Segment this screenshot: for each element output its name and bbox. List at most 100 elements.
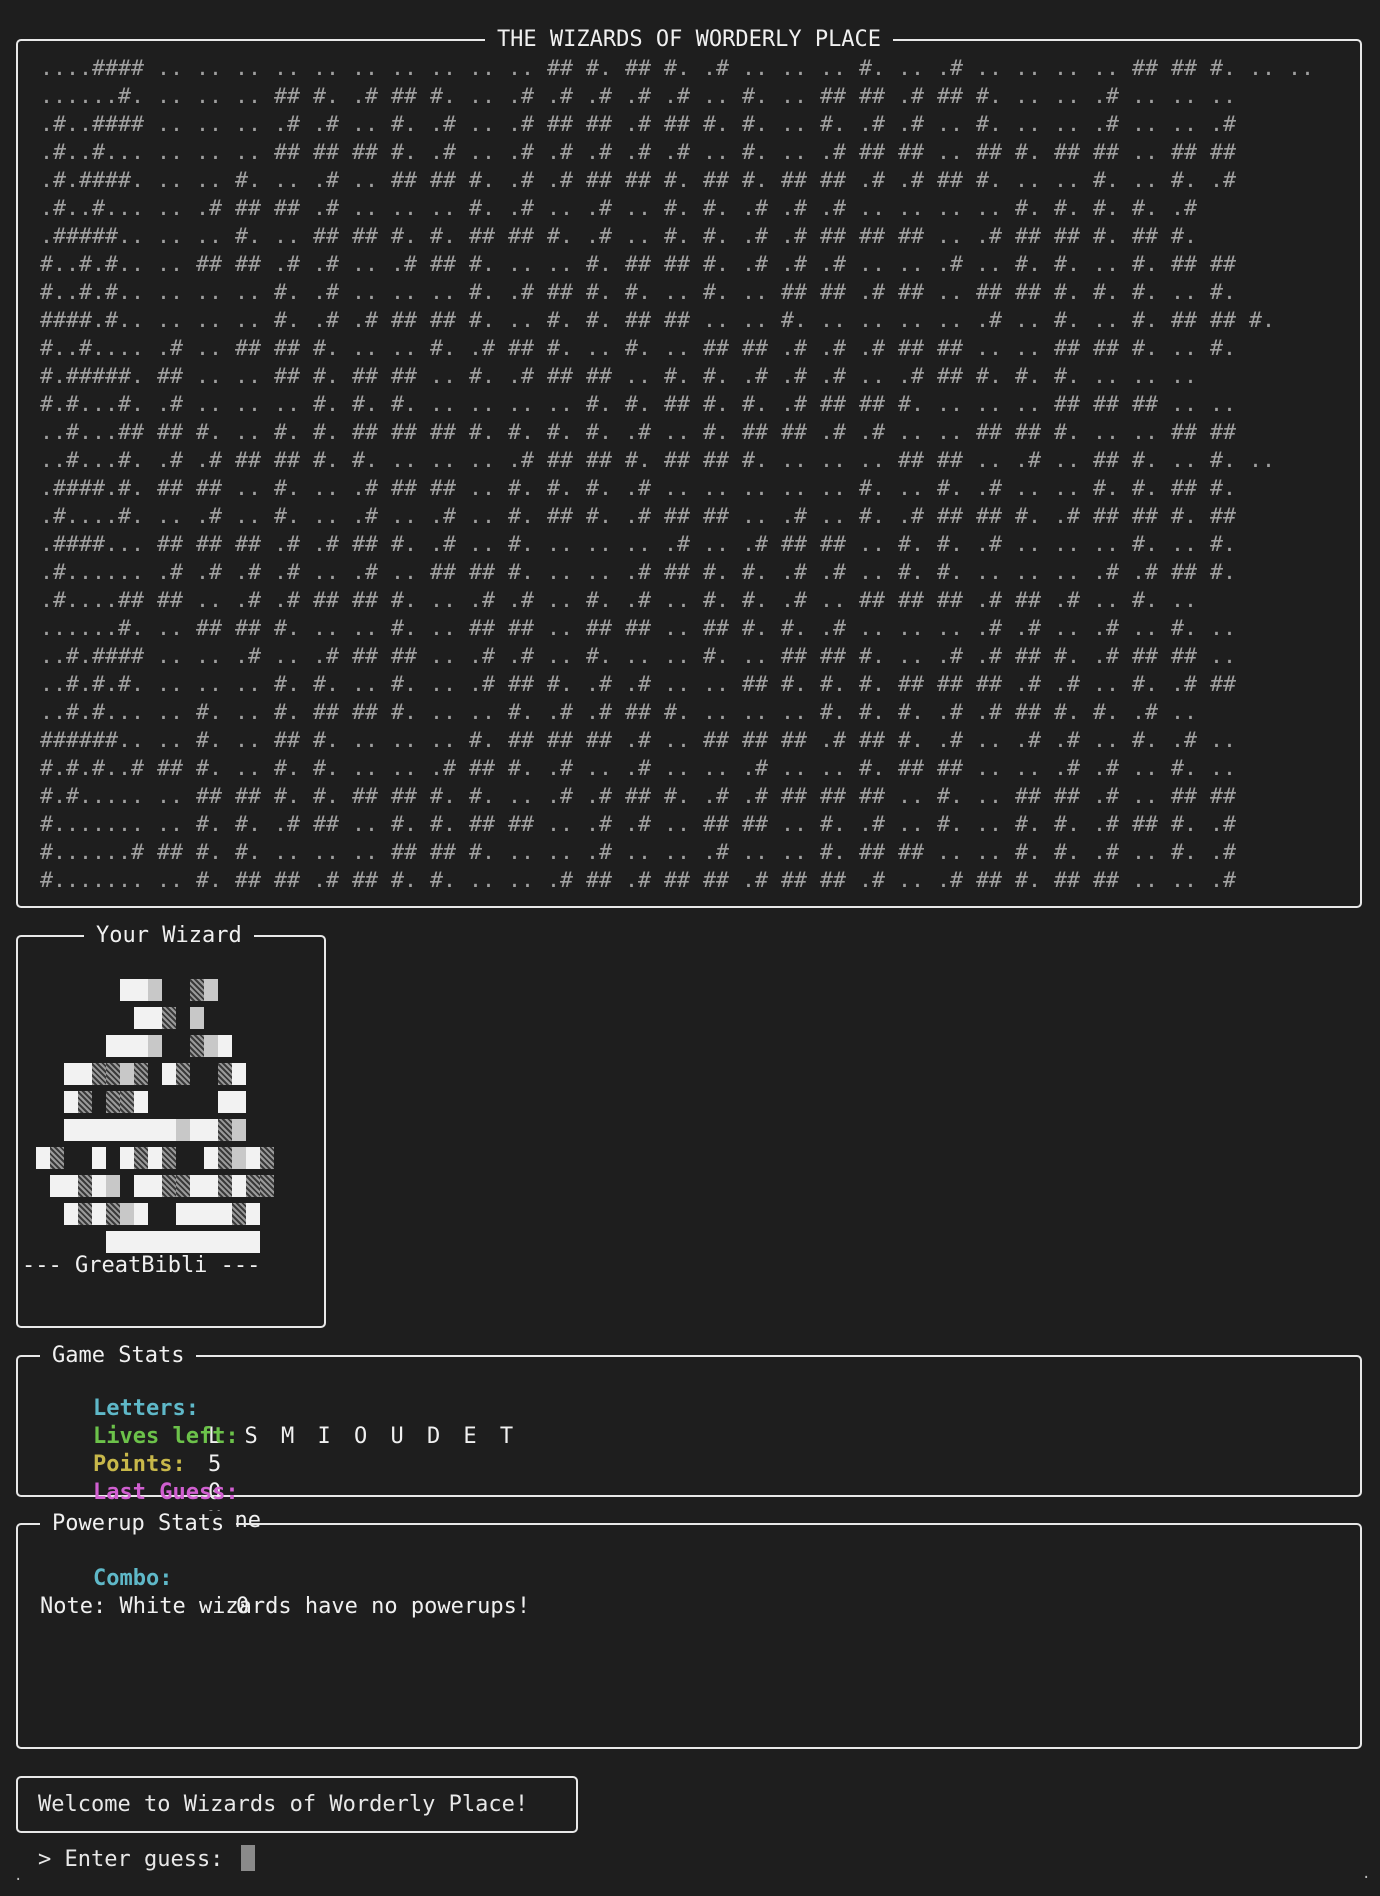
letters-value: L S M I O U D E T [208,1424,519,1449]
wizard-pixel-block [106,1231,120,1253]
wizard-pixel-block [204,1147,218,1169]
wizard-panel-title: Your Wizard [84,923,254,949]
wizard-pixel-block [218,1147,232,1169]
wizard-pixel-block [162,1063,176,1085]
wizard-pixel-block [148,1231,162,1253]
wizard-pixel-block [246,1203,260,1225]
guess-prompt[interactable]: > Enter guess: [38,1845,255,1875]
wizard-pixel-block [176,1175,190,1197]
game-board-panel: THE WIZARDS OF WORDERLY PLACE ....#### .… [16,27,1362,908]
powerup-stats-title: Powerup Stats [40,1511,237,1537]
wizard-pixel-block [176,1203,190,1225]
wizard-pixel-block [134,1007,148,1029]
wizard-pixel-block [64,1175,78,1197]
wizard-pixel-block [64,1063,78,1085]
board-title: THE WIZARDS OF WORDERLY PLACE [484,27,894,53]
wizard-pixel-block [106,1091,120,1113]
wizard-pixel-block [106,1175,120,1197]
wizard-pixel-block [190,1203,204,1225]
wizard-pixel-block [190,1175,204,1197]
wizard-pixel-block [190,1007,204,1029]
terminal-corner-dot: . [14,1868,23,1884]
powerup-stats-panel: Powerup Stats Combo: 0 Note: White wizar… [16,1511,1362,1749]
wizard-pixel-block [204,1175,218,1197]
wizard-pixel-block [260,1147,274,1169]
wizard-pixel-block [190,1231,204,1253]
text-cursor [240,1845,255,1871]
wizard-pixel-block [162,1175,176,1197]
wizard-pixel-block [218,1175,232,1197]
wizard-pixel-block [246,1175,260,1197]
wizard-pixel-block [134,1231,148,1253]
wizard-pixel-block [50,1175,64,1197]
wizard-pixel-block [120,1091,134,1113]
wizard-pixel-block [120,1063,134,1085]
wizard-pixel-block [162,1231,176,1253]
wizard-pixel-block [232,1091,246,1113]
terminal-corner-dot: . [1362,1866,1371,1882]
wizard-pixel-block [120,1035,134,1057]
game-stats-panel: Game Stats Letters: L S M I O U D E T Li… [16,1343,1362,1533]
wizard-pixel-block [176,1119,190,1141]
wizard-pixel-block [92,1175,106,1197]
wizard-pixel-block [204,1231,218,1253]
wizard-pixel-block [218,1063,232,1085]
wizard-pixel-block [204,1119,218,1141]
wizard-pixel-block [64,1119,78,1141]
wizard-pixel-block [106,1119,120,1141]
message-box: Welcome to Wizards of Worderly Place! [16,1776,578,1833]
last-guess-label: Last Guess: [92,1480,239,1505]
wizard-pixel-block [246,1147,260,1169]
wizard-pixel-block [134,1119,148,1141]
wizard-pixel-block [218,1035,232,1057]
wizard-pixel-block [120,1203,134,1225]
wizard-pixel-block [218,1231,232,1253]
wizard-pixel-block [246,1231,260,1253]
wizard-pixel-block [176,1231,190,1253]
wizard-pixel-block [92,1063,106,1085]
wizard-pixel-block [106,1203,120,1225]
wizard-pixel-block [162,1007,176,1029]
wizard-pixel-block [92,1203,106,1225]
wizard-pixel-block [162,1119,176,1141]
combo-label: Combo: [92,1566,173,1591]
wizard-pixel-block [64,1091,78,1113]
wizard-pixel-block [190,1035,204,1057]
wizard-pixel-block [92,1119,106,1141]
wizard-pixel-block [120,1231,134,1253]
wizard-pixel-block [218,1203,232,1225]
wizard-pixel-block [134,1035,148,1057]
wizard-name: --- GreatBibli --- [22,1253,261,1278]
wizard-pixel-block [204,1203,218,1225]
wizard-pixel-block [50,1147,64,1169]
wizard-pixel-block [120,979,134,1001]
wizard-pixel-block [176,1063,190,1085]
wizard-pixel-block [260,1175,274,1197]
wizard-pixel-block [204,979,218,1001]
wizard-pixel-block [204,1035,218,1057]
wizard-portrait-icon [36,979,322,1253]
wizard-pixel-block [190,1119,204,1141]
wizard-pixel-block [78,1063,92,1085]
wizard-pixel-block [92,1147,106,1169]
wizard-pixel-block [134,1203,148,1225]
wizard-pixel-block [232,1147,246,1169]
wizard-pixel-block [148,1175,162,1197]
wizard-pixel-block [78,1175,92,1197]
wizard-pixel-block [134,1063,148,1085]
wizard-pixel-block [162,1147,176,1169]
wizard-pixel-block [120,1119,134,1141]
wizard-pixel-block [232,1203,246,1225]
wizard-pixel-block [78,1203,92,1225]
wizard-pixel-block [64,1203,78,1225]
powerup-note: Note: White wizards have no powerups! [40,1594,531,1619]
wizard-pixel-block [232,1175,246,1197]
wizard-pixel-block [78,1091,92,1113]
game-stats-title: Game Stats [40,1343,197,1369]
wizard-pixel-block [148,1119,162,1141]
wizard-pixel-block [218,1119,232,1141]
welcome-message: Welcome to Wizards of Worderly Place! [38,1792,529,1817]
wizard-pixel-block [148,1035,162,1057]
wizard-pixel-block [232,1119,246,1141]
wizard-pixel-block [232,1063,246,1085]
